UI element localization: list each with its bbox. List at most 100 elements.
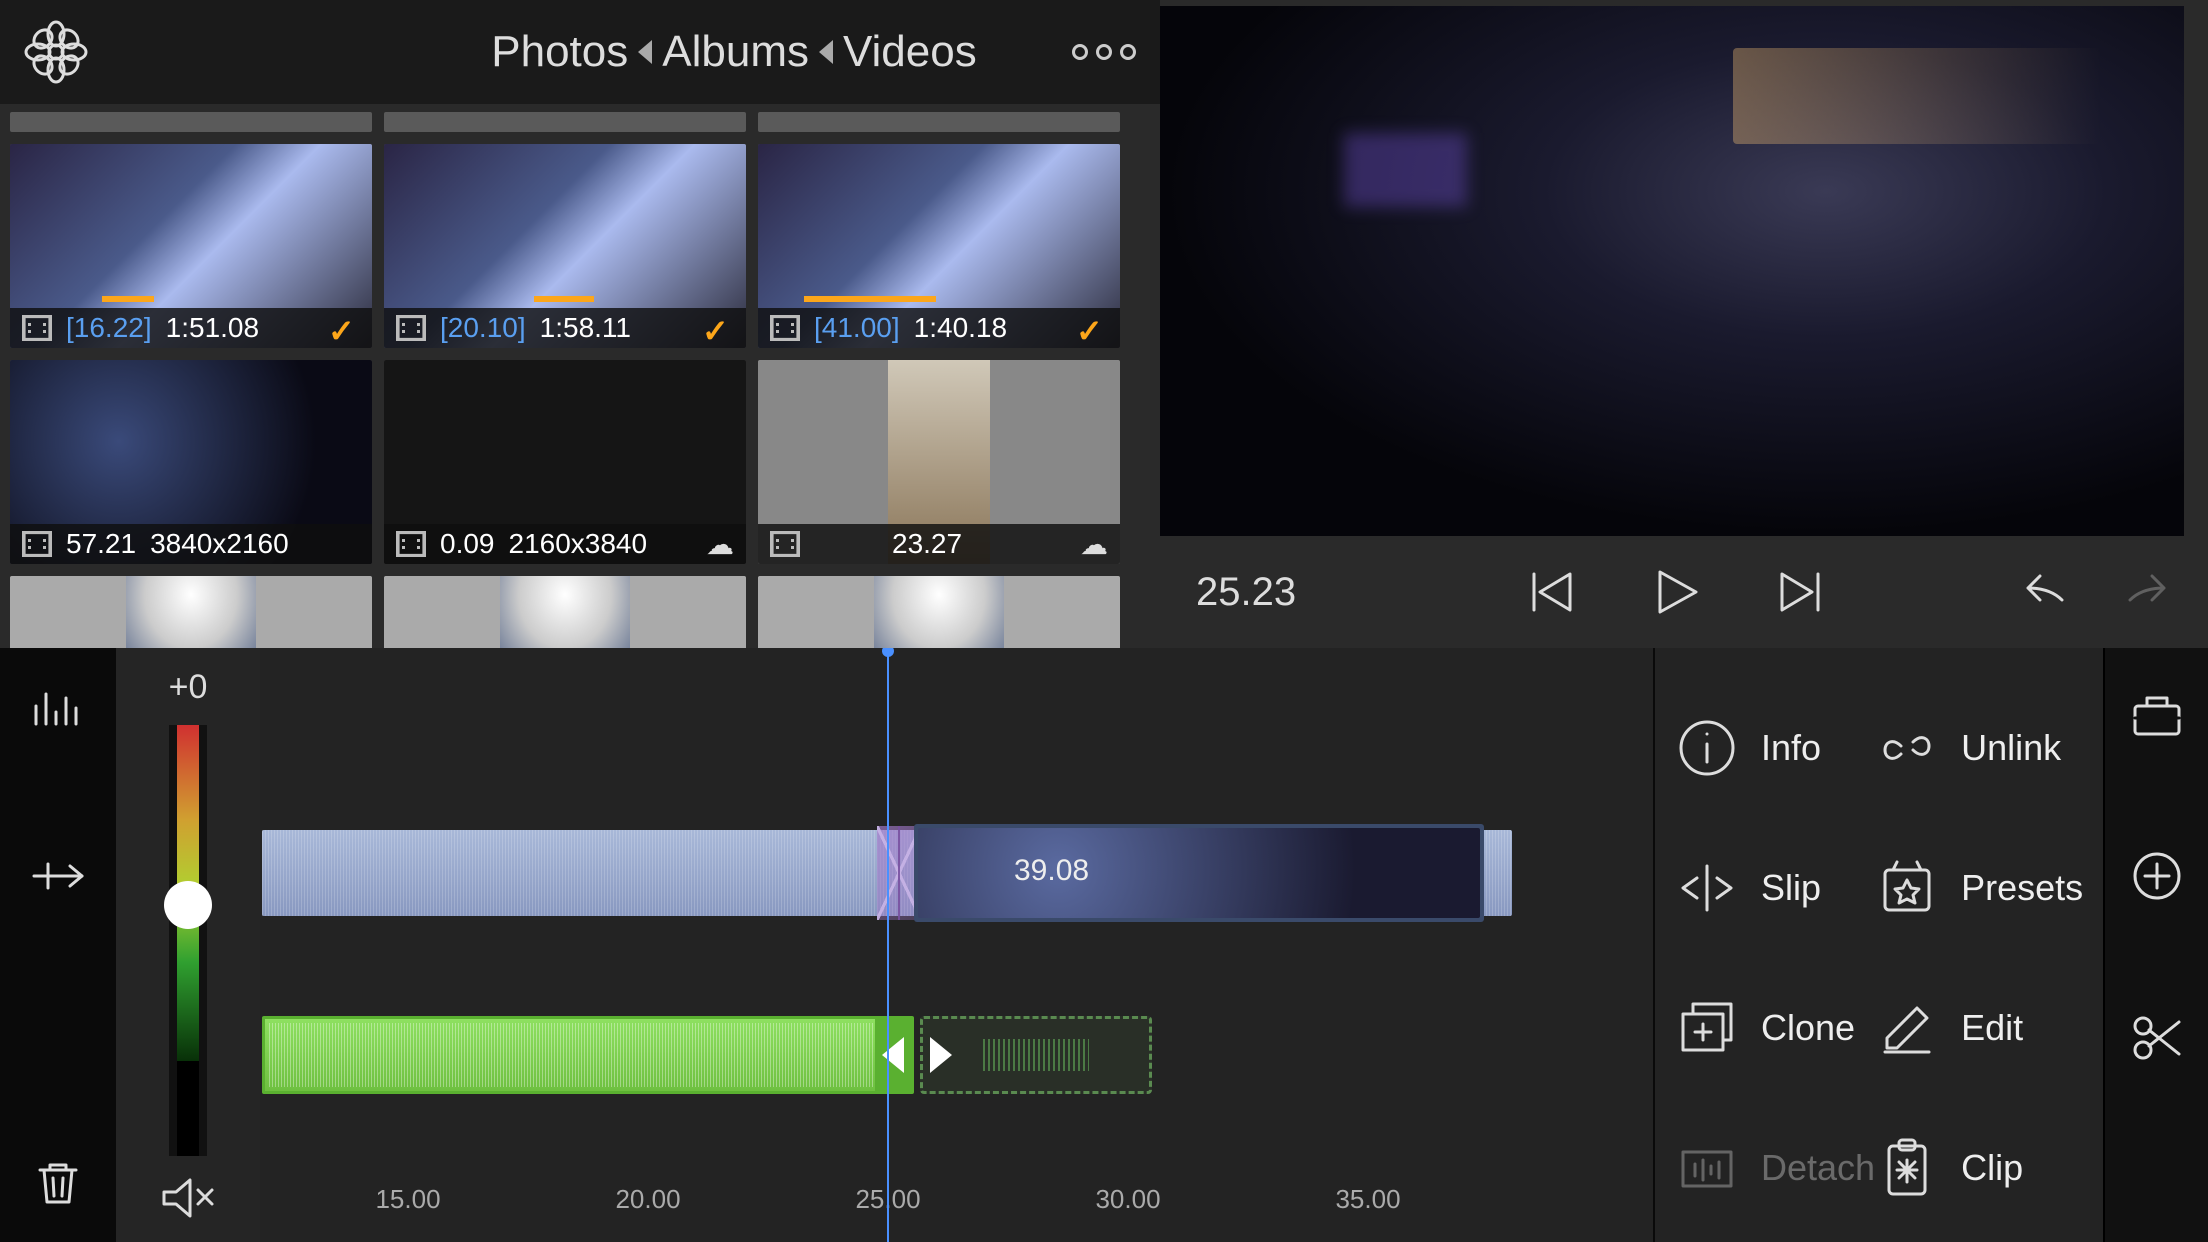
trim-handle-right[interactable] [923, 1019, 959, 1091]
timeline[interactable]: 39.08 15.00 20.00 25.00 30.00 35.00 [260, 648, 1653, 1242]
preview-viewport[interactable] [1160, 6, 2184, 536]
unlink-icon [1875, 716, 1939, 780]
action-label: Slip [1761, 867, 1821, 909]
chevron-left-icon [638, 40, 652, 64]
clip-thumbnail[interactable]: [41.00] 1:40.18 ✓ [758, 144, 1120, 348]
film-icon [396, 531, 426, 557]
check-icon: ✓ [702, 312, 734, 344]
presets-icon [1875, 856, 1939, 920]
media-browser: Photos Albums Videos [16.2 [0, 0, 1160, 648]
mute-icon[interactable] [158, 1174, 218, 1222]
clip-duration: 0.09 [440, 528, 495, 560]
detach-button: Detach [1675, 1098, 1875, 1238]
cloud-icon: ☁ [706, 528, 734, 561]
thumbnail-grid: [16.22] 1:51.08 ✓ [20.10] 1:58.11 ✓ [0, 104, 1160, 648]
clip-thumbnail[interactable]: [20.10] 1:58.11 ✓ [384, 144, 746, 348]
redo-button [2120, 566, 2172, 618]
clone-icon [1675, 996, 1739, 1060]
time-ruler[interactable]: 15.00 20.00 25.00 30.00 35.00 [260, 1184, 1653, 1232]
audio-ghost-region[interactable] [920, 1016, 1152, 1094]
film-icon [770, 315, 800, 341]
routing-icon[interactable] [30, 852, 86, 900]
edit-icon [1875, 996, 1939, 1060]
audio-track-clip[interactable] [262, 1016, 914, 1094]
clip-thumbnail[interactable] [384, 576, 746, 648]
film-icon [770, 531, 800, 557]
chevron-left-icon [819, 40, 833, 64]
detach-icon [1675, 1136, 1739, 1200]
selection-range: [20.10] [440, 312, 526, 344]
ruler-tick: 20.00 [615, 1184, 680, 1215]
thumbnail-image [758, 576, 1120, 648]
trim-handle-left[interactable] [875, 1019, 911, 1091]
clip-button[interactable]: Clip [1875, 1098, 2083, 1238]
clip-thumbnail[interactable] [10, 576, 372, 648]
check-icon: ✓ [328, 312, 360, 344]
add-icon[interactable] [2129, 850, 2185, 902]
thumbnail-info: [16.22] 1:51.08 ✓ [10, 308, 372, 348]
volume-slider[interactable] [169, 725, 207, 1156]
action-label: Edit [1961, 1007, 2023, 1049]
action-label: Info [1761, 727, 1821, 769]
action-label: Clip [1961, 1147, 2023, 1189]
action-label: Unlink [1961, 727, 2061, 769]
action-panel: Info Unlink Slip Presets Clone Edit [1653, 648, 2208, 1242]
edit-button[interactable]: Edit [1875, 958, 2083, 1098]
clip-thumbnail[interactable]: [16.22] 1:51.08 ✓ [10, 144, 372, 348]
slip-button[interactable]: Slip [1675, 818, 1875, 958]
selection-marker [102, 296, 154, 302]
film-icon [396, 315, 426, 341]
app-logo-icon[interactable] [24, 20, 88, 84]
audio-levels-icon[interactable] [30, 684, 86, 732]
clip-thumbnail[interactable]: 0.09 2160x3840 ☁ [384, 360, 746, 564]
clip-thumbnail[interactable] [384, 112, 746, 132]
playhead[interactable] [887, 648, 889, 1242]
thumbnail-info: [20.10] 1:58.11 ✓ [384, 308, 746, 348]
thumbnail-image [10, 576, 372, 648]
browser-header: Photos Albums Videos [0, 0, 1160, 104]
check-icon: ✓ [1076, 312, 1108, 344]
clip-thumbnail[interactable] [10, 112, 372, 132]
trash-icon[interactable] [30, 1158, 86, 1206]
left-toolbar [0, 648, 116, 1242]
play-button[interactable] [1650, 566, 1702, 618]
clip-duration: 23.27 [892, 528, 962, 560]
presets-button[interactable]: Presets [1875, 818, 2083, 958]
cloud-icon: ☁ [1080, 528, 1108, 561]
clip-thumbnail[interactable] [758, 112, 1120, 132]
playback-controls [1526, 566, 1826, 618]
selection-range: [41.00] [814, 312, 900, 344]
clone-button[interactable]: Clone [1675, 958, 1875, 1098]
skip-back-button[interactable] [1526, 566, 1578, 618]
undo-redo [2020, 566, 2172, 618]
scissors-icon[interactable] [2129, 1012, 2185, 1064]
ruler-tick: 15.00 [375, 1184, 440, 1215]
info-button[interactable]: Info [1675, 678, 1875, 818]
clip-thumbnail[interactable]: 57.21 3840x2160 [10, 360, 372, 564]
thumbnail-info: [41.00] 1:40.18 ✓ [758, 308, 1120, 348]
volume-handle[interactable] [164, 881, 212, 929]
clip-duration: 1:51.08 [166, 312, 259, 344]
thumbnail-info: 57.21 3840x2160 [10, 524, 372, 564]
breadcrumb-videos[interactable]: Videos [843, 27, 977, 77]
clip-thumbnail[interactable] [758, 576, 1120, 648]
breadcrumb-albums[interactable]: Albums [662, 27, 809, 77]
unlink-button[interactable]: Unlink [1875, 678, 2083, 818]
clip-resolution: 2160x3840 [509, 528, 648, 560]
clip-duration: 57.21 [66, 528, 136, 560]
thumbnail-image [384, 576, 746, 648]
ruler-tick: 35.00 [1335, 1184, 1400, 1215]
more-options-icon[interactable] [1072, 44, 1136, 60]
clip-duration: 1:58.11 [540, 312, 631, 344]
undo-button[interactable] [2020, 566, 2072, 618]
video-track-clip[interactable]: 39.08 [914, 824, 1484, 922]
volume-meter: +0 [116, 648, 260, 1242]
skip-forward-button[interactable] [1774, 566, 1826, 618]
action-label: Detach [1761, 1147, 1875, 1189]
action-label: Clone [1761, 1007, 1855, 1049]
thumbnail-info: 23.27 ☁ [758, 524, 1120, 564]
volume-value: +0 [169, 668, 208, 707]
toolbox-icon[interactable] [2129, 688, 2185, 740]
breadcrumb-photos[interactable]: Photos [491, 27, 628, 77]
clip-thumbnail[interactable]: 23.27 ☁ [758, 360, 1120, 564]
